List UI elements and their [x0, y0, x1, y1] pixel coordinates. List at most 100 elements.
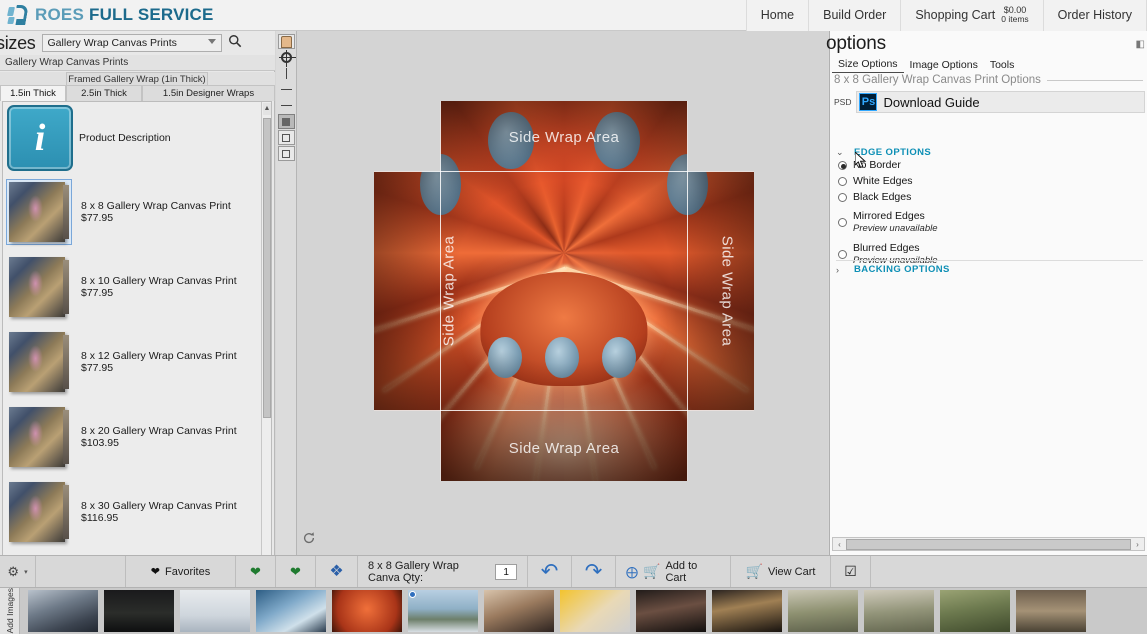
canvas-tool-strip — [276, 31, 297, 555]
undo-button[interactable]: ↶ — [528, 556, 572, 587]
qty-area: 8 x 8 Gallery Wrap Canva Qty: 1 — [358, 556, 528, 587]
canvas-work-area[interactable]: Side Wrap Area Side Wrap Area Side Wrap … — [297, 31, 828, 555]
logo-text-roes: ROES — [35, 5, 84, 24]
nav-build-order-label: Build Order — [823, 8, 887, 22]
product-row-8x10[interactable]: 8 x 10 Gallery Wrap Canvas Print $77.95 — [3, 249, 261, 324]
toolbar-filler — [871, 556, 1147, 587]
move-tool-icon[interactable] — [278, 50, 296, 67]
cart-item-count: 0 items — [1001, 14, 1029, 25]
tab-2-5in-thick[interactable]: 2.5in Thick — [66, 85, 142, 101]
view-cart-label: View Cart — [767, 565, 816, 578]
chevron-right-icon: › — [836, 264, 839, 275]
redo-icon: ↷ — [584, 559, 603, 583]
search-icon[interactable] — [228, 34, 242, 53]
favorites-button[interactable]: ❤ Favorites — [126, 556, 236, 587]
radio-button-icon[interactable] — [838, 177, 847, 186]
product-label: 8 x 30 Gallery Wrap Canvas Print $116.95 — [81, 499, 237, 524]
nav-build-order[interactable]: Build Order — [808, 0, 901, 31]
product-row-8x12[interactable]: 8 x 12 Gallery Wrap Canvas Print $77.95 — [3, 324, 261, 399]
thumb-portrait-curly[interactable] — [484, 590, 554, 632]
radio-mirrored-edges[interactable]: Mirrored Edges Preview unavailable — [838, 206, 1143, 238]
confirm-button[interactable]: ☑ — [831, 556, 871, 587]
thumb-family-park-a[interactable] — [788, 590, 858, 632]
product-label: 8 x 10 Gallery Wrap Canvas Print $77.95 — [81, 274, 237, 299]
hscrollbar-thumb[interactable] — [846, 538, 1131, 550]
redo-button[interactable]: ↷ — [572, 556, 616, 587]
info-icon: i — [7, 105, 73, 171]
thumb-sunflower[interactable] — [560, 590, 630, 632]
edge-options-radio-group: No Border White Edges Black Edges Mirror… — [838, 158, 1143, 270]
product-row-8x20[interactable]: 8 x 20 Gallery Wrap Canvas Print $103.95 — [3, 399, 261, 474]
thumb-family-park-b[interactable] — [864, 590, 934, 632]
thumb-carousel-orange[interactable] — [332, 590, 402, 632]
hand-tool-icon[interactable] — [277, 34, 295, 49]
wrap-guide-bottom — [374, 410, 754, 411]
category-select[interactable]: Gallery Wrap Canvas Prints — [41, 34, 222, 52]
remove-favorite-button[interactable]: ❤ — [276, 556, 316, 587]
crop-mask-top-left — [374, 101, 440, 171]
fill-node-icon[interactable] — [277, 114, 295, 129]
options-tab-bar: Size Options Image Options Tools — [832, 57, 1020, 73]
scroll-right-icon[interactable]: › — [1131, 540, 1144, 549]
add-favorite-button[interactable]: ❤ — [236, 556, 276, 587]
thumb-bride-lake[interactable] — [408, 590, 478, 632]
cart-summary: $0.00 0 items — [1001, 5, 1029, 25]
tab-1-5in-thick[interactable]: 1.5in Thick — [0, 85, 66, 101]
tab-1-5in-designer-wraps[interactable]: 1.5in Designer Wraps — [142, 85, 275, 101]
canvas-preview[interactable]: Side Wrap Area Side Wrap Area Side Wrap … — [374, 101, 754, 481]
center-node-icon[interactable] — [277, 130, 295, 145]
gear-icon: ⚙ — [7, 563, 20, 579]
product-description-label: Product Description — [79, 132, 171, 144]
collapse-panel-icon[interactable]: ◧ — [1136, 39, 1145, 50]
favorites-spacer — [36, 556, 126, 587]
align-top-icon[interactable] — [278, 82, 295, 97]
thumb-dark-forest[interactable] — [104, 590, 174, 632]
radio-no-border[interactable]: No Border — [838, 158, 1143, 174]
cart-icon: 🛒 — [643, 563, 661, 579]
radio-button-icon[interactable] — [838, 249, 847, 259]
nav-shopping-cart[interactable]: Shopping Cart $0.00 0 items — [900, 0, 1043, 31]
quantity-input[interactable]: 1 — [495, 563, 517, 580]
nav-home[interactable]: Home — [745, 0, 809, 31]
radio-black-edges[interactable]: Black Edges — [838, 190, 1143, 206]
main-nav: Home Build Order Shopping Cart $0.00 0 i… — [745, 0, 1147, 31]
options-panel-horizontal-scrollbar[interactable]: ‹ › — [832, 537, 1145, 551]
refresh-icon[interactable] — [301, 531, 317, 547]
scroll-up-icon[interactable]: ▲ — [263, 103, 271, 115]
tab-size-options[interactable]: Size Options — [832, 57, 904, 73]
filmstrip-track[interactable] — [20, 588, 1147, 634]
radio-button-icon[interactable] — [838, 193, 847, 202]
radio-button-icon[interactable] — [838, 217, 847, 227]
tab-tools[interactable]: Tools — [984, 58, 1021, 73]
thumb-couple-snow[interactable] — [28, 590, 98, 632]
download-guide-button[interactable]: Ps Download Guide — [856, 91, 1145, 113]
product-row-8x8[interactable]: 8 x 8 Gallery Wrap Canvas Print $77.95 — [3, 174, 261, 249]
wrap-guide-top — [374, 171, 754, 172]
radio-white-edges[interactable]: White Edges — [838, 174, 1143, 190]
thumb-snow-field[interactable] — [180, 590, 250, 632]
scrollbar-thumb[interactable] — [263, 118, 271, 418]
thumb-portrait-dark[interactable] — [636, 590, 706, 632]
align-vertical-icon[interactable] — [278, 66, 295, 81]
tab-image-options[interactable]: Image Options — [904, 58, 984, 73]
thumb-winter-sparkler[interactable] — [256, 590, 326, 632]
grid-node-icon[interactable] — [277, 146, 295, 161]
product-list-scrollbar[interactable]: ▲ ▼ — [261, 102, 271, 580]
thumb-boy-tree[interactable] — [1016, 590, 1086, 632]
view-cart-button[interactable]: 🛒 View Cart — [731, 556, 831, 587]
product-description-row[interactable]: i Product Description — [3, 102, 261, 174]
nav-order-history[interactable]: Order History — [1042, 0, 1147, 31]
thumb-family-tree[interactable] — [940, 590, 1010, 632]
backing-options-section-header[interactable]: › BACKING OPTIONS — [836, 260, 1143, 276]
thickness-tab-bar: Framed Gallery Wrap (1in Thick) 1.5in Th… — [0, 72, 275, 101]
product-row-8x30[interactable]: 8 x 30 Gallery Wrap Canvas Print $116.95 — [3, 474, 261, 549]
add-images-button[interactable]: Add Images — [0, 588, 20, 634]
align-bottom-icon[interactable] — [278, 98, 295, 113]
settings-button[interactable]: ⚙ ▾ — [0, 556, 36, 587]
layers-button[interactable]: ❖ — [316, 556, 358, 587]
radio-button-selected-icon[interactable] — [838, 161, 847, 170]
scroll-left-icon[interactable]: ‹ — [833, 540, 846, 549]
add-to-cart-button[interactable]: ⨁ 🛒 Add to Cart — [616, 556, 731, 587]
legend-rule — [1046, 79, 1143, 81]
thumb-portrait-gold[interactable] — [712, 590, 782, 632]
